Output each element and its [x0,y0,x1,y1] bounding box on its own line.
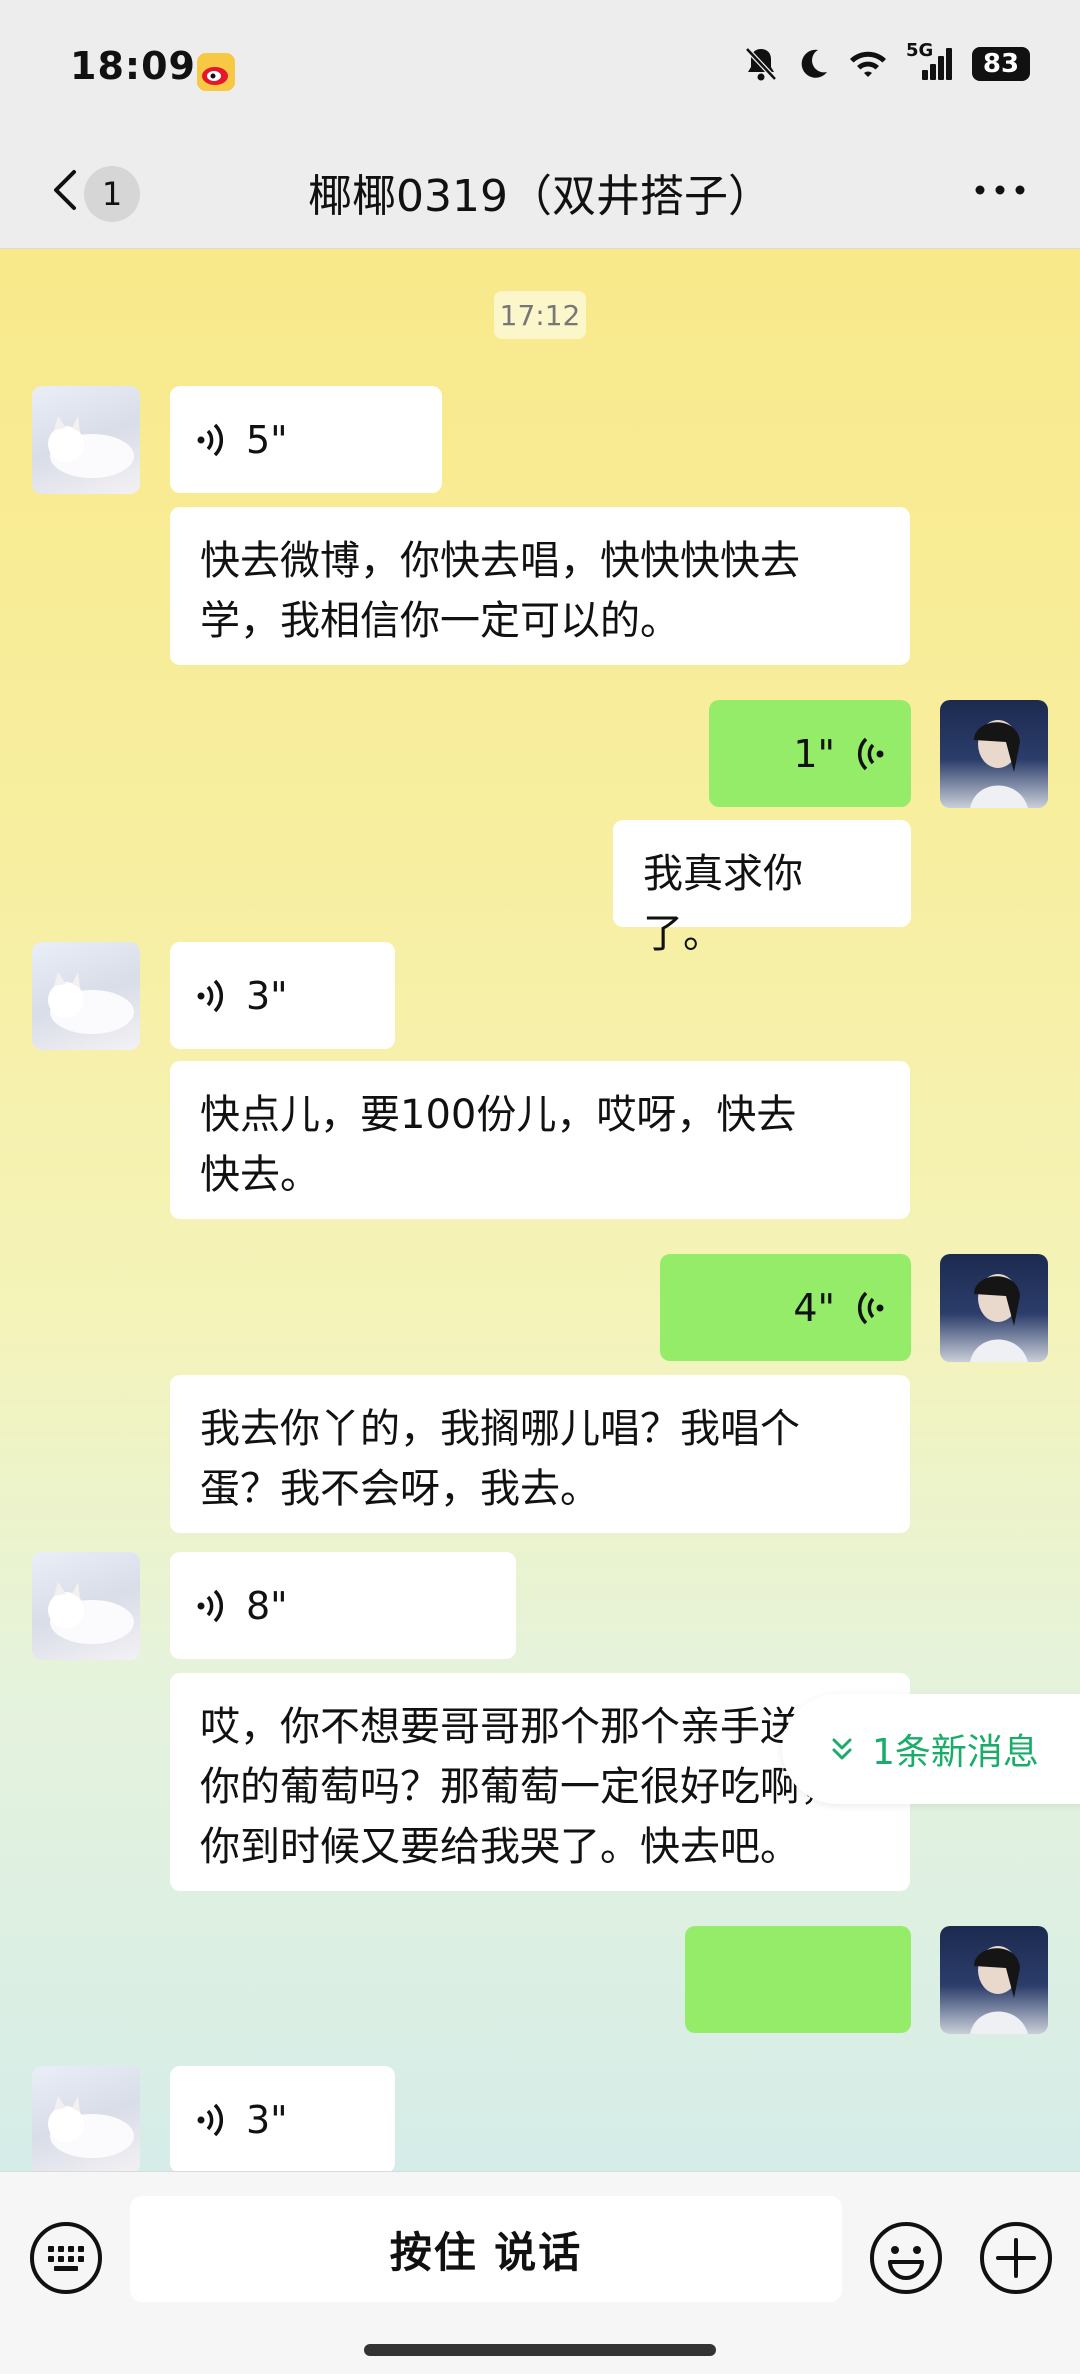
contact-avatar[interactable] [32,1552,140,1660]
emoji-icon[interactable] [868,2220,944,2296]
text-message[interactable]: 我真求你了。 [613,820,911,957]
voice-duration: 3" [246,973,288,1018]
mute-bell-icon [745,47,777,81]
message-text: 我去你丫的，我搁哪儿唱？我唱个 蛋？我不会呀，我去。 [200,1406,800,1512]
voice-duration: 4" [793,1285,835,1330]
text-message[interactable]: 快点儿，要100份儿，哎呀，快去 快去。 [170,1061,910,1219]
home-indicator[interactable] [364,2344,716,2356]
weibo-icon [197,53,235,91]
more-options-icon[interactable] [970,170,1030,210]
hold-to-talk-button[interactable]: 按住 说话 [130,2196,842,2302]
voice-wave-icon [197,979,223,1012]
my-avatar[interactable] [940,700,1048,808]
voice-message[interactable]: 5" [170,386,442,493]
new-message-button[interactable]: 1条新消息 [782,1694,1080,1804]
double-chevron-down-icon [832,1738,852,1760]
voice-wave-icon [858,737,884,770]
voice-message[interactable] [685,1926,911,2033]
contact-avatar[interactable] [32,2066,140,2171]
voice-message[interactable]: 1" [709,700,911,807]
new-message-label: 1条新消息 [872,1732,1039,1773]
voice-duration: 5" [246,417,288,462]
chat-header: 1 椰椰0319（双井搭子） [0,140,1080,249]
message-text: 我真求你了。 [643,851,803,957]
text-message[interactable]: 我去你丫的，我搁哪儿唱？我唱个 蛋？我不会呀，我去。 [170,1375,910,1533]
moon-icon [801,49,827,78]
status-time: 18:09 [70,44,196,88]
voice-message[interactable]: 3" [170,942,395,1049]
signal-icon: 5G [906,40,954,82]
my-avatar[interactable] [940,1926,1048,2034]
voice-wave-icon [858,1291,884,1324]
voice-wave-icon [197,1589,223,1622]
contact-avatar[interactable] [32,386,140,494]
voice-wave-icon [197,2103,223,2136]
voice-duration: 1" [793,731,835,776]
message-timestamp: 17:12 [494,291,586,339]
voice-duration: 3" [246,2097,288,2142]
chat-area[interactable]: 17:12 5" 快去微博，你快去唱，快快快快去 学，我相信你一定可以的。 1" [0,249,1080,2171]
voice-duration: 8" [246,1583,288,1628]
my-avatar[interactable] [940,1254,1048,1362]
message-text: 快去微博，你快去唱，快快快快去 学，我相信你一定可以的。 [200,538,800,644]
contact-avatar[interactable] [32,942,140,1050]
status-icons: 5G 83 [744,40,1030,82]
plus-icon[interactable] [978,2220,1054,2296]
battery-icon: 83 [972,47,1030,81]
text-message[interactable]: 快去微博，你快去唱，快快快快去 学，我相信你一定可以的。 [170,507,910,665]
voice-message[interactable]: 3" [170,2066,395,2171]
input-bar: 按住 说话 [0,2171,1080,2374]
message-text: 快点儿，要100份儿，哎呀，快去 快去。 [200,1092,797,1198]
chat-title: 椰椰0319（双井搭子） [308,171,772,222]
wifi-icon [850,51,886,77]
keyboard-icon[interactable] [28,2220,104,2296]
voice-message[interactable]: 8" [170,1552,516,1659]
status-bar: 18:09 5G 83 [0,0,1080,140]
voice-wave-icon [197,423,223,456]
voice-message[interactable]: 4" [660,1254,911,1361]
